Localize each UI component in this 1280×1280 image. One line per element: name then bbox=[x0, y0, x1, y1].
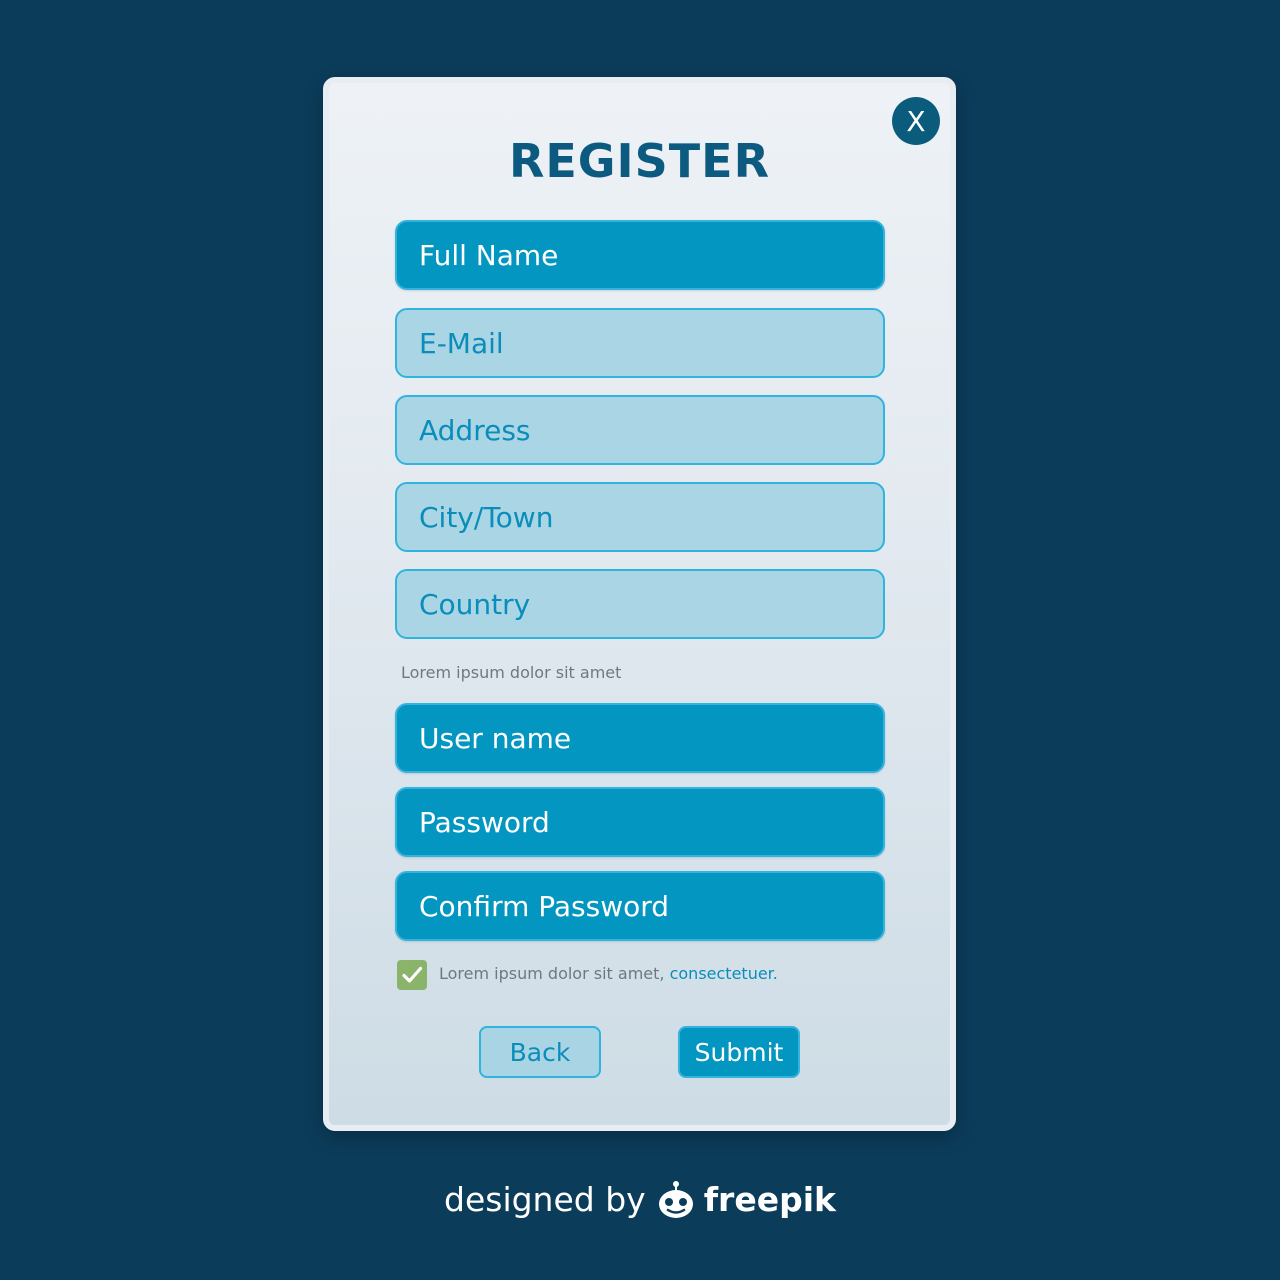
country-field[interactable]: Country bbox=[395, 569, 885, 639]
full-name-label: Full Name bbox=[419, 238, 559, 272]
dialog-title: REGISTER bbox=[508, 134, 771, 188]
submit-label: Submit bbox=[694, 1037, 784, 1067]
back-button[interactable]: Back bbox=[479, 1026, 601, 1078]
username-field[interactable]: User name bbox=[395, 703, 885, 773]
agreement-label: Lorem ipsum dolor sit amet, bbox=[439, 964, 665, 983]
credit-brand: freepik bbox=[703, 1179, 836, 1219]
username-label: User name bbox=[419, 721, 572, 755]
agreement-checkbox[interactable] bbox=[397, 960, 427, 990]
email-label: E-Mail bbox=[419, 326, 504, 360]
city-town-field[interactable]: City/Town bbox=[395, 482, 885, 552]
checkmark-icon bbox=[402, 966, 423, 983]
confirm-password-label: Confirm Password bbox=[419, 889, 670, 923]
close-icon: X bbox=[906, 104, 926, 138]
back-label: Back bbox=[509, 1037, 571, 1067]
country-label: Country bbox=[419, 587, 531, 621]
password-field[interactable]: Password bbox=[395, 787, 885, 857]
full-name-field[interactable]: Full Name bbox=[395, 220, 885, 290]
credit-line: designed by freepik bbox=[0, 1178, 1280, 1220]
submit-button[interactable]: Submit bbox=[678, 1026, 800, 1078]
email-field[interactable]: E-Mail bbox=[395, 308, 885, 378]
hint-text: Lorem ipsum dolor sit amet bbox=[401, 663, 622, 682]
agreement-link[interactable]: consectetuer bbox=[670, 964, 773, 983]
address-field[interactable]: Address bbox=[395, 395, 885, 465]
agreement-text: Lorem ipsum dolor sit amet, consectetuer… bbox=[439, 964, 778, 983]
password-label: Password bbox=[419, 805, 550, 839]
credit-prefix: designed by bbox=[444, 1179, 646, 1219]
city-town-label: City/Town bbox=[419, 500, 554, 534]
freepik-logo-icon bbox=[656, 1178, 696, 1220]
agreement-suffix: . bbox=[772, 964, 778, 983]
address-label: Address bbox=[419, 413, 531, 447]
confirm-password-field[interactable]: Confirm Password bbox=[395, 871, 885, 941]
